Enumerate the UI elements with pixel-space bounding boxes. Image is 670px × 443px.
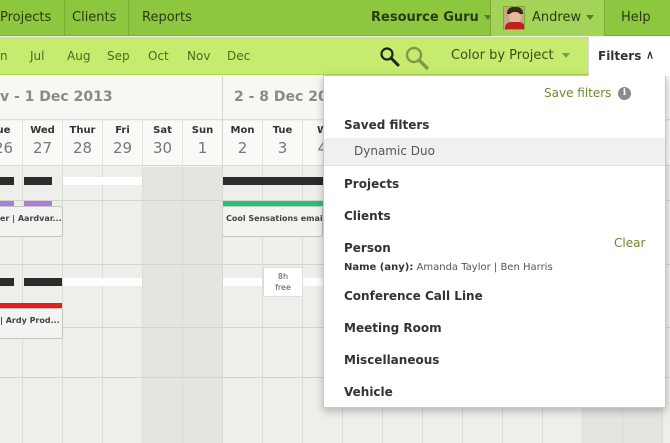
booking-block[interactable]: Cool Sensations email | ...: [222, 206, 323, 237]
availability-bar: [63, 177, 142, 185]
availability-bar: [303, 278, 323, 286]
availability-bar: [0, 278, 14, 286]
avatar: [503, 6, 525, 30]
color-by-dropdown[interactable]: Color by Project: [451, 37, 570, 75]
nav-divider: [64, 0, 65, 36]
week-range: 2 - 8 Dec 20: [234, 89, 328, 105]
filter-clients[interactable]: Clients: [344, 209, 391, 223]
day-column-header: Tue 3: [262, 121, 302, 166]
zoom-icon[interactable]: [404, 45, 430, 71]
person-filter-summary: Name (any): Amanda Taylor | Ben Harris: [344, 262, 553, 273]
availability-bar: [223, 278, 262, 286]
availability-bar: [63, 278, 142, 286]
day-column-header: ue26: [0, 121, 23, 166]
nav-projects[interactable]: Projects: [0, 0, 51, 36]
day-column-header: Sun 1: [182, 121, 222, 166]
month-link[interactable]: Oct: [148, 37, 169, 75]
top-navigation: Projects Clients Reports Resource Guru A…: [0, 0, 670, 36]
filters-button[interactable]: Filters ∧ ∧: [588, 37, 670, 76]
search-icon[interactable]: [379, 46, 401, 68]
month-link[interactable]: Sep: [107, 37, 130, 75]
day-column-header: Wed 27: [22, 121, 62, 166]
availability-bar: [24, 278, 62, 286]
filter-projects[interactable]: Projects: [344, 177, 399, 191]
user-name: Andrew: [532, 0, 595, 36]
user-menu[interactable]: Andrew: [490, 0, 605, 36]
day-column-header: Mon 2: [222, 121, 262, 166]
filters-panel: Save filters i Saved filters Dynamic Duo…: [323, 75, 666, 408]
availability-bar: [24, 177, 52, 185]
nav-clients[interactable]: Clients: [72, 0, 116, 36]
nav-help[interactable]: Help: [621, 0, 651, 36]
filter-vehicle[interactable]: Vehicle: [344, 385, 393, 399]
month-link[interactable]: n: [0, 37, 8, 75]
filter-miscellaneous[interactable]: Miscellaneous: [344, 353, 439, 367]
nav-reports[interactable]: Reports: [142, 0, 192, 36]
month-link[interactable]: Dec: [227, 37, 250, 75]
filter-conference-call-line[interactable]: Conference Call Line: [344, 289, 483, 303]
availability-bar: [0, 177, 14, 185]
day-column-header: Sat 30: [142, 121, 182, 166]
nav-divider: [128, 0, 129, 36]
day-column-header: Thur 28: [62, 121, 102, 166]
chevron-down-icon: [586, 15, 595, 20]
month-link[interactable]: Aug: [67, 37, 90, 75]
availability-bar: [223, 177, 323, 185]
week-range: v - 1 Dec 2013: [0, 89, 113, 105]
filter-meeting-room[interactable]: Meeting Room: [344, 321, 442, 335]
month-link[interactable]: Nov: [187, 37, 210, 75]
clear-person-filter-link[interactable]: Clear: [614, 236, 645, 250]
save-filters-link[interactable]: Save filters: [544, 86, 611, 100]
day-column-header: Fri 29: [102, 121, 142, 166]
month-link[interactable]: Jul: [30, 37, 44, 75]
booking-block[interactable]: | Ardy Prod...: [0, 308, 63, 339]
chevron-up-icon: ∧ ∧: [646, 48, 655, 62]
month-bar: n Jul Aug Sep Oct Nov Dec Color by Proje…: [0, 37, 670, 75]
brand-name: Resource Guru: [371, 10, 479, 25]
filter-person[interactable]: Person: [344, 241, 391, 255]
chevron-down-icon: [561, 53, 570, 58]
saved-filters-heading: Saved filters: [344, 118, 430, 132]
free-slot[interactable]: 8h free: [263, 267, 303, 297]
saved-filter-item[interactable]: Dynamic Duo: [324, 138, 665, 166]
week-divider: [222, 76, 223, 443]
booking-block[interactable]: er | Aardvar...: [0, 206, 63, 237]
info-icon[interactable]: i: [618, 87, 631, 100]
account-menu[interactable]: Resource Guru: [371, 0, 492, 36]
